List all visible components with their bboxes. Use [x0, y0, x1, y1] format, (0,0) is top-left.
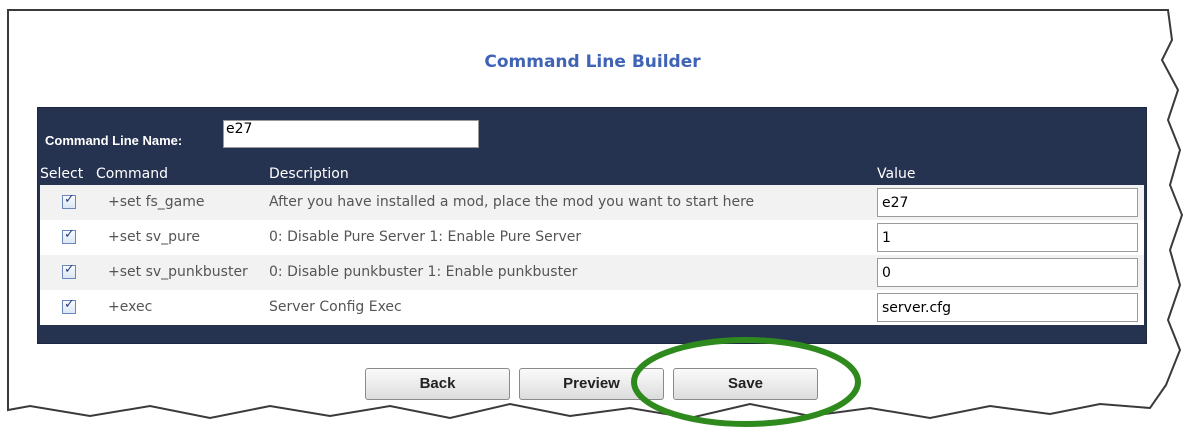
header-value: Value — [877, 166, 916, 182]
select-checkbox[interactable] — [62, 297, 76, 314]
command-line-name-label: Command Line Name: — [45, 133, 183, 148]
save-button[interactable]: Save — [673, 368, 818, 400]
command-line-name-input[interactable]: e27 — [223, 120, 479, 148]
description-cell: 0: Disable Pure Server 1: Enable Pure Se… — [269, 229, 582, 245]
table-row: +set fs_game After you have installed a … — [40, 185, 1144, 220]
command-cell: +set sv_pure — [108, 229, 200, 245]
table-row: +exec Server Config Exec server.cfg — [40, 290, 1144, 325]
header-select: Select — [40, 166, 84, 182]
select-checkbox[interactable] — [62, 227, 76, 244]
command-line-panel: Command Line Name: e27 Select Command De… — [37, 107, 1147, 344]
table-header: Select Command Description Value — [40, 164, 1144, 185]
table-row: +set sv_pure 0: Disable Pure Server 1: E… — [40, 220, 1144, 255]
page-title: Command Line Builder — [484, 52, 701, 72]
description-cell: After you have installed a mod, place th… — [269, 194, 755, 210]
select-checkbox[interactable] — [62, 192, 76, 209]
back-button[interactable]: Back — [365, 368, 510, 400]
preview-button[interactable]: Preview — [519, 368, 664, 400]
header-command: Command — [96, 166, 168, 182]
description-cell: Server Config Exec — [269, 299, 402, 315]
command-cell: +set fs_game — [108, 194, 205, 210]
header-description: Description — [269, 166, 349, 182]
value-input[interactable]: 1 — [877, 223, 1138, 252]
command-cell: +exec — [108, 299, 153, 315]
table-row: +set sv_punkbuster 0: Disable punkbuster… — [40, 255, 1144, 290]
select-checkbox[interactable] — [62, 262, 76, 279]
description-cell: 0: Disable punkbuster 1: Enable punkbust… — [269, 264, 578, 280]
value-input[interactable]: e27 — [877, 188, 1138, 217]
value-input[interactable]: server.cfg — [877, 293, 1138, 322]
name-row: Command Line Name: e27 — [38, 108, 1146, 162]
screenshot-frame: Command Line Builder Command Line Name: … — [0, 0, 1185, 432]
command-cell: +set sv_punkbuster — [108, 264, 248, 280]
value-input[interactable]: 0 — [877, 258, 1138, 287]
